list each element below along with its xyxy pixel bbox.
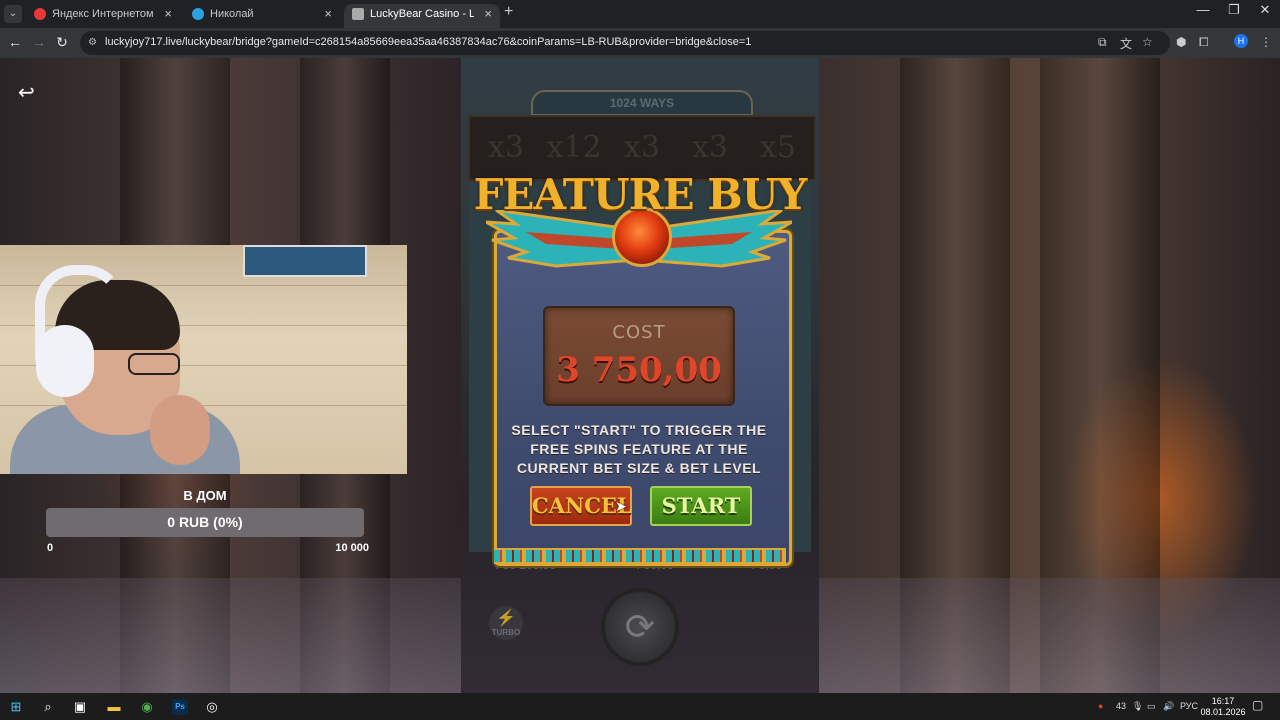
close-tab-icon[interactable]: × <box>484 4 492 24</box>
translate-icon[interactable]: 文 <box>1120 35 1132 52</box>
tray-count: 43 <box>1116 701 1127 711</box>
address-bar[interactable]: ⚙ luckyjoy717.live/luckybear/bridge?game… <box>80 31 1170 55</box>
minimize-button[interactable]: — <box>1186 2 1220 17</box>
wall-sign <box>243 245 367 277</box>
tab-strip: ⌄ Яндекс Интернетометр — пр × Николай × … <box>0 0 1280 28</box>
glasses <box>128 353 180 375</box>
goal-max: 10 000 <box>335 542 369 554</box>
tab-title: Николай <box>210 8 254 20</box>
file-explorer-icon[interactable]: ▬ <box>104 697 124 717</box>
system-clock[interactable]: 16:17 08.01.2026 <box>1200 696 1246 718</box>
new-tab-button[interactable]: + <box>504 3 513 21</box>
close-tab-icon[interactable]: × <box>324 4 332 24</box>
goal-progress-bar: 0 RUB (0%) <box>46 508 364 537</box>
forward-button[interactable]: → <box>30 34 48 50</box>
task-view-icon[interactable]: ▣ <box>70 697 90 717</box>
webcam-overlay <box>0 245 407 474</box>
bookmark-star-icon[interactable]: ☆ <box>1142 35 1153 49</box>
site-info-icon[interactable]: ⚙ <box>88 37 97 48</box>
mouse-cursor-icon: ➤ <box>615 498 627 514</box>
back-button[interactable]: ← <box>6 34 24 50</box>
menu-kebab-icon[interactable]: ⋮ <box>1260 35 1272 49</box>
decorative-bead-border <box>494 548 786 564</box>
streamer-hand <box>150 395 210 465</box>
windows-start-icon[interactable]: ⊞ <box>6 697 26 717</box>
goal-min: 0 <box>47 542 54 554</box>
tab-title: Яндекс Интернетометр — пр <box>52 8 154 20</box>
tray-app-icon[interactable]: ● <box>1098 701 1103 711</box>
chrome-icon[interactable]: ◉ <box>137 697 157 717</box>
tab-yandex[interactable]: Яндекс Интернетометр — пр × <box>26 4 180 28</box>
feature-buy-title: FEATURE BUY <box>473 170 808 219</box>
obs-icon[interactable]: ◎ <box>202 697 222 717</box>
tab-title: LuckyBear Casino - Login and <box>370 8 474 20</box>
tab-nikolai[interactable]: Николай × <box>184 4 340 28</box>
tab-luckybear[interactable]: LuckyBear Casino - Login and × <box>344 4 500 28</box>
profile-avatar[interactable]: H <box>1234 34 1248 48</box>
extension-icon[interactable]: ⬢ <box>1176 35 1186 49</box>
notification-icon[interactable]: ▢ <box>1252 698 1263 712</box>
clock-time: 16:17 <box>1211 696 1235 706</box>
headphones-cup <box>36 325 94 397</box>
restore-button[interactable]: ❐ <box>1217 2 1251 18</box>
browser-toolbar: ← → ↻ ⚙ luckyjoy717.live/luckybear/bridg… <box>0 28 1280 58</box>
photoshop-icon[interactable]: Ps <box>172 699 188 715</box>
cost-label: COST <box>612 322 666 343</box>
install-app-icon[interactable]: ⧉ <box>1098 35 1107 50</box>
taskbar: ⊞ ⌕ ▣ ▬ ◉ Ps ◎ ● 43 🎙 ▭ 🔊 РУС 16:17 08.0… <box>0 693 1280 720</box>
search-icon[interactable]: ⌕ <box>38 697 58 717</box>
extensions-puzzle-icon[interactable]: ⧠ <box>1199 35 1209 50</box>
volume-icon[interactable]: 🔊 <box>1163 701 1174 712</box>
close-tab-icon[interactable]: × <box>164 4 172 24</box>
site-icon <box>352 8 364 20</box>
goal-title: В ДОМ <box>183 488 227 503</box>
cost-value: 3 750,00 <box>556 350 722 390</box>
yandex-icon <box>34 8 46 20</box>
back-arrow-icon[interactable]: ↩ <box>18 80 35 105</box>
reload-button[interactable]: ↻ <box>53 34 71 51</box>
clock-date: 08.01.2026 <box>1200 707 1246 717</box>
url-text[interactable]: luckyjoy717.live/luckybear/bridge?gameId… <box>105 36 751 48</box>
tab-search-chevron-icon[interactable]: ⌄ <box>4 5 22 23</box>
feature-description: SELECT "START" TO TRIGGER THE FREE SPINS… <box>511 422 767 476</box>
start-button[interactable]: START <box>650 486 752 526</box>
language-indicator[interactable]: РУС <box>1180 701 1198 711</box>
telegram-icon <box>192 8 204 20</box>
microphone-icon[interactable]: 🎙 <box>1132 701 1143 712</box>
close-window-button[interactable]: ✕ <box>1248 2 1280 18</box>
network-icon[interactable]: ▭ <box>1147 701 1156 712</box>
